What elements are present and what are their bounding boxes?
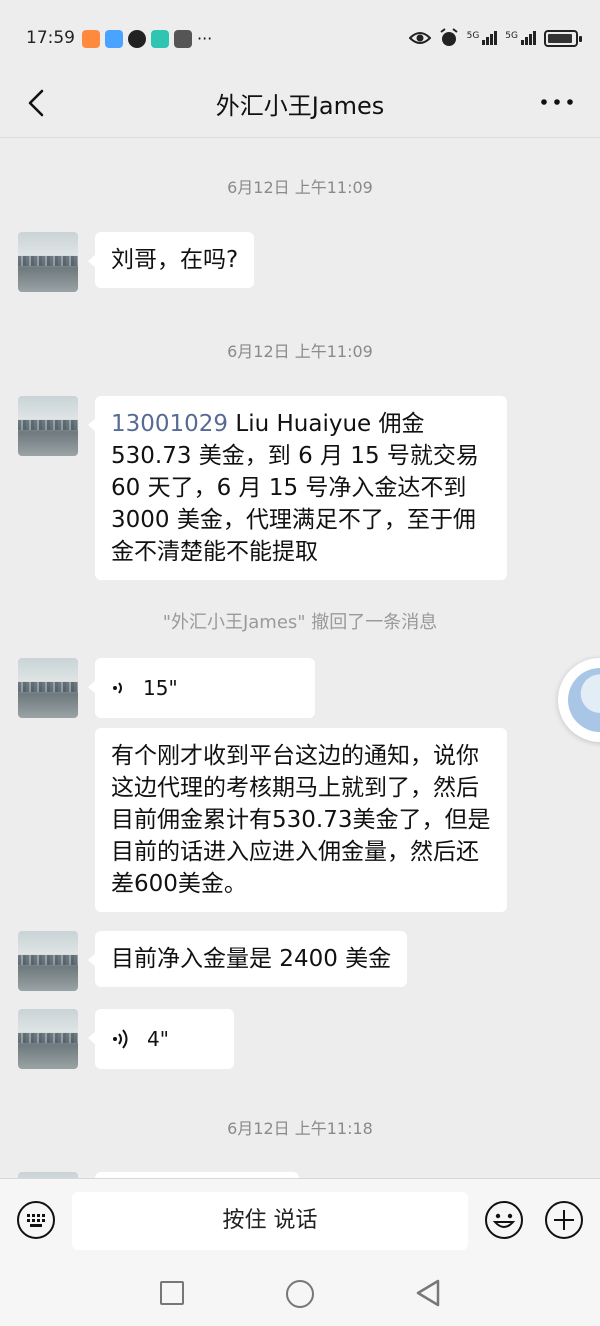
message-bubble[interactable]: 目前净入金量是 2400 美金: [87, 931, 408, 987]
message-timestamp: 6月12日 上午11:09: [227, 178, 373, 197]
contact-avatar[interactable]: [18, 396, 78, 456]
alarm-icon: [439, 28, 458, 46]
qq-icon: [128, 29, 146, 48]
sina-icon: [174, 29, 192, 48]
phone-number-link[interactable]: 13001029: [111, 411, 228, 437]
message-timestamp: 6月12日 上午11:18: [227, 1119, 373, 1138]
contact-avatar[interactable]: [18, 1009, 78, 1069]
chat-header: 外汇小王James: [0, 72, 600, 138]
message-timestamp: 6月12日 上午11:09: [227, 342, 373, 361]
recall-notice: "外汇小王James" 撤回了一条消息: [162, 612, 438, 633]
floating-ball-icon: [568, 668, 600, 732]
signal-5g-icon: 5G: [467, 31, 498, 45]
hold-to-talk-button[interactable]: 按住 说话: [72, 1192, 468, 1250]
signal-5g-icon-2: 5G: [505, 31, 536, 45]
contact-avatar[interactable]: [18, 658, 78, 718]
boss-app-icon: [151, 29, 169, 48]
message-bubble[interactable]: 刘哥，在吗?: [87, 232, 255, 288]
weather-icon: [105, 29, 123, 48]
voice-message[interactable]: 15": [88, 658, 315, 718]
status-time: 17:59: [26, 28, 75, 48]
plus-icon[interactable]: [544, 1200, 584, 1240]
voice-transcript[interactable]: 有个刚才收到平台这边的通知，说你这边代理的考核期马上就到了，然后目前佣金累计有5…: [95, 728, 507, 912]
contact-avatar[interactable]: [18, 232, 78, 292]
status-right: 5G 5G: [408, 28, 582, 48]
notification-icons: ···: [82, 29, 212, 48]
more-notifications-icon: ···: [197, 29, 213, 48]
message-list[interactable]: 6月12日 上午11:09 刘哥，在吗? 6月12日 上午11:09 13001…: [0, 138, 600, 1178]
voice-duration: 4": [147, 1027, 169, 1051]
chat-title: 外汇小王James: [215, 92, 385, 120]
system-nav-bar: [0, 1262, 600, 1326]
voice-message[interactable]: 4": [88, 1009, 234, 1069]
more-options-icon[interactable]: [540, 92, 574, 112]
taobao-icon: [82, 29, 100, 48]
eye-icon: [408, 32, 431, 44]
nav-back-icon[interactable]: [414, 1278, 442, 1308]
message-bubble[interactable]: 13001029 Liu Huaiyue 佣金 530.73 美金，到 6 月 …: [88, 396, 507, 580]
contact-avatar[interactable]: [18, 931, 78, 991]
keyboard-icon[interactable]: [16, 1200, 56, 1240]
floating-assistant-ball[interactable]: [558, 658, 600, 742]
voice-wave-icon: [113, 1029, 128, 1049]
input-bar: 按住 说话: [0, 1178, 600, 1262]
voice-duration: 15": [143, 676, 178, 700]
home-icon[interactable]: [286, 1280, 314, 1308]
status-bar: 17:59 ··· 5G 5G: [0, 0, 600, 72]
recent-apps-icon[interactable]: [160, 1281, 184, 1305]
voice-wave-icon: [113, 682, 122, 694]
battery-icon: [544, 29, 582, 47]
emoji-icon[interactable]: [484, 1200, 524, 1240]
